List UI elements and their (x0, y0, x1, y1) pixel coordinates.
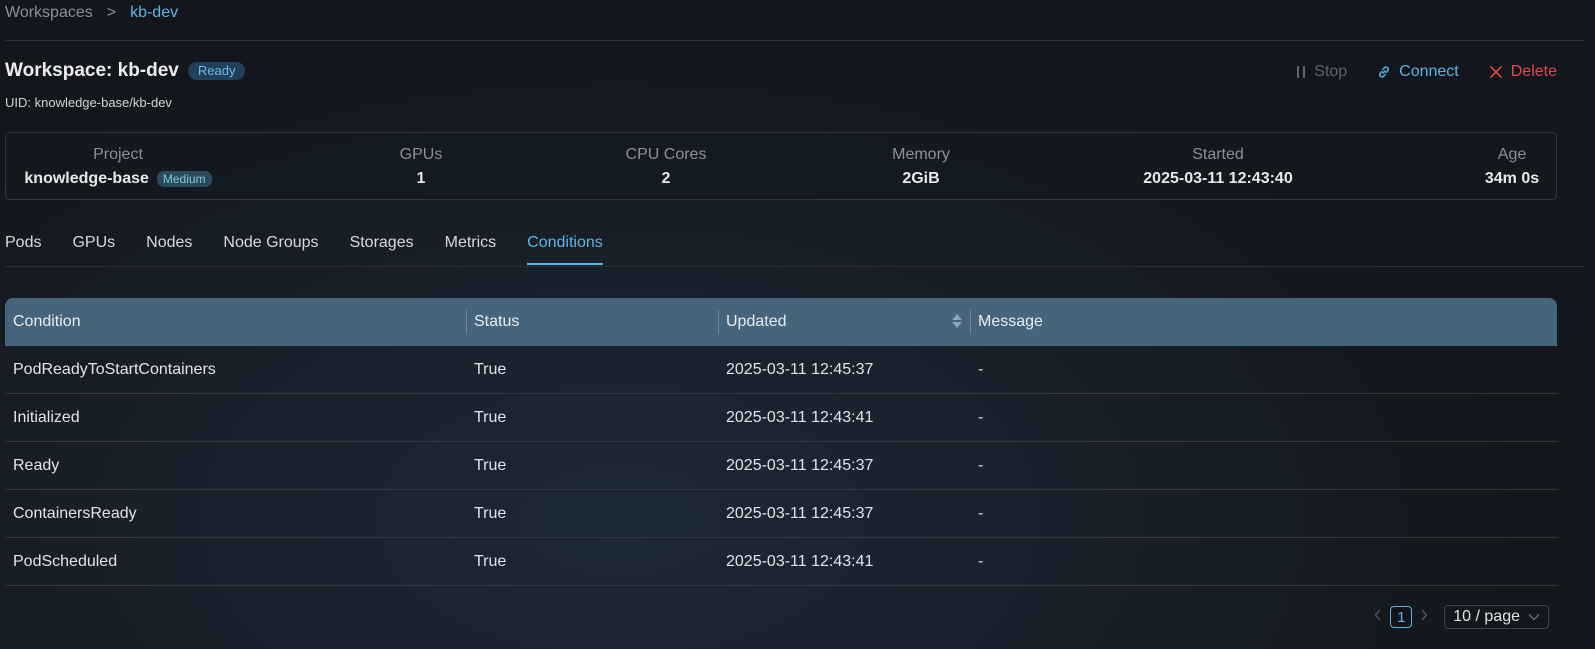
summary-project: Project knowledge-base Medium (22, 145, 214, 189)
workspace-uid: UID: knowledge-base/kb-dev (5, 95, 172, 110)
age-value: 34m 0s (1484, 170, 1540, 187)
next-page-button[interactable] (1414, 608, 1434, 626)
updated-cell: 2025-03-11 12:45:37 (726, 360, 874, 378)
status-cell: True (474, 504, 507, 522)
status-cell: True (474, 360, 507, 378)
table-row: PodReadyToStartContainers True 2025-03-11 … (5, 346, 1557, 394)
status-cell: True (474, 408, 507, 426)
priority-badge: Medium (156, 171, 212, 187)
sort-icon[interactable] (952, 314, 962, 328)
message-cell: - (978, 408, 984, 426)
table-row: Initialized True 2025-03-11 12:43:41 - (5, 394, 1557, 442)
updated-cell: 2025-03-11 12:43:41 (726, 408, 874, 426)
column-header-updated[interactable]: Updated (718, 298, 970, 346)
detail-tabs: Pods GPUs Nodes Node Groups Storages Met… (5, 234, 634, 265)
header-divider (5, 40, 1585, 41)
title-row: Workspace: kb-dev Ready (5, 60, 246, 82)
message-cell: - (978, 456, 984, 474)
updated-cell: 2025-03-11 12:43:41 (726, 552, 874, 570)
stop-label: Stop (1314, 63, 1348, 80)
breadcrumb-current: kb-dev (130, 4, 179, 21)
summary-memory: Memory 2GiB (871, 145, 971, 189)
tab-metrics[interactable]: Metrics (445, 234, 497, 264)
workspace-summary-card: Project knowledge-base Medium GPUs 1 CPU… (5, 132, 1557, 200)
status-cell: True (474, 456, 507, 474)
connect-button[interactable]: Connect (1377, 63, 1459, 81)
condition-cell: Ready (13, 456, 60, 474)
summary-cpu: CPU Cores 2 (606, 145, 726, 189)
column-condition-label: Condition (13, 313, 81, 330)
column-header-condition: Condition (5, 298, 466, 346)
gpus-label: GPUs (399, 146, 443, 163)
page-title: Workspace: kb-dev (5, 60, 179, 81)
table-body: PodReadyToStartContainers True 2025-03-11 … (5, 346, 1557, 586)
chevron-right-icon (1421, 609, 1428, 621)
summary-age: Age 34m 0s (1472, 145, 1552, 189)
column-status-label: Status (474, 313, 520, 330)
tab-node-groups[interactable]: Node Groups (223, 234, 318, 264)
gpus-value: 1 (416, 170, 426, 187)
tabs-divider (5, 266, 1585, 267)
table-row: ContainersReady True 2025-03-11 12:45:37 - (5, 490, 1557, 538)
delete-label: Delete (1510, 63, 1557, 80)
condition-cell: PodReadyToStartContainers (13, 360, 216, 378)
updated-cell: 2025-03-11 12:45:37 (726, 456, 874, 474)
chevron-left-icon (1374, 609, 1381, 621)
column-header-status: Status (466, 298, 718, 346)
summary-gpus: GPUs 1 (371, 145, 471, 189)
status-badge: Ready (187, 62, 246, 80)
condition-cell: PodScheduled (13, 552, 118, 570)
conditions-table: Condition Status Updated Message PodRead… (5, 298, 1557, 586)
summary-started: Started 2025-03-11 12:43:40 (1118, 145, 1318, 189)
action-bar: Stop Connect Delete (1266, 63, 1557, 81)
project-label: Project (93, 146, 143, 163)
column-message-label: Message (978, 313, 1043, 330)
message-cell: - (978, 360, 984, 378)
age-label: Age (1497, 146, 1527, 163)
message-cell: - (978, 504, 984, 522)
page-size-value: 10 / page (1453, 608, 1520, 625)
pagination: 1 10 / page (1368, 605, 1549, 629)
breadcrumb-separator: > (106, 4, 117, 21)
started-label: Started (1192, 146, 1244, 163)
breadcrumb-workspaces-link[interactable]: Workspaces (5, 4, 93, 22)
started-value: 2025-03-11 12:43:40 (1143, 170, 1293, 187)
stop-button[interactable]: Stop (1296, 63, 1347, 81)
tab-pods[interactable]: Pods (5, 234, 41, 264)
connect-label: Connect (1399, 63, 1459, 80)
table-row: PodScheduled True 2025-03-11 12:43:41 - (5, 538, 1557, 586)
cpu-value: 2 (661, 170, 671, 187)
page-1-button[interactable]: 1 (1390, 606, 1413, 628)
delete-button[interactable]: Delete (1489, 63, 1557, 81)
condition-cell: ContainersReady (13, 504, 137, 522)
cpu-label: CPU Cores (625, 146, 707, 163)
column-header-message: Message (970, 298, 1557, 346)
project-value-row: knowledge-base Medium (22, 169, 214, 189)
tab-gpus[interactable]: GPUs (72, 234, 115, 264)
pause-icon (1296, 65, 1306, 79)
chevron-down-icon (1528, 613, 1540, 621)
status-cell: True (474, 552, 507, 570)
memory-value: 2GiB (902, 170, 940, 187)
memory-label: Memory (892, 146, 950, 163)
tab-storages[interactable]: Storages (350, 234, 414, 264)
column-updated-label: Updated (726, 313, 787, 330)
page-size-select[interactable]: 10 / page (1444, 605, 1549, 629)
link-icon (1377, 65, 1391, 79)
updated-cell: 2025-03-11 12:45:37 (726, 504, 874, 522)
prev-page-button[interactable] (1368, 608, 1388, 626)
table-row: Ready True 2025-03-11 12:45:37 - (5, 442, 1557, 490)
tab-conditions[interactable]: Conditions (527, 234, 603, 265)
tab-nodes[interactable]: Nodes (146, 234, 192, 264)
breadcrumb: Workspaces > kb-dev (5, 4, 178, 22)
message-cell: - (978, 552, 984, 570)
table-header: Condition Status Updated Message (5, 298, 1557, 346)
close-icon (1489, 65, 1503, 79)
condition-cell: Initialized (13, 408, 80, 426)
project-value: knowledge-base (24, 170, 149, 187)
